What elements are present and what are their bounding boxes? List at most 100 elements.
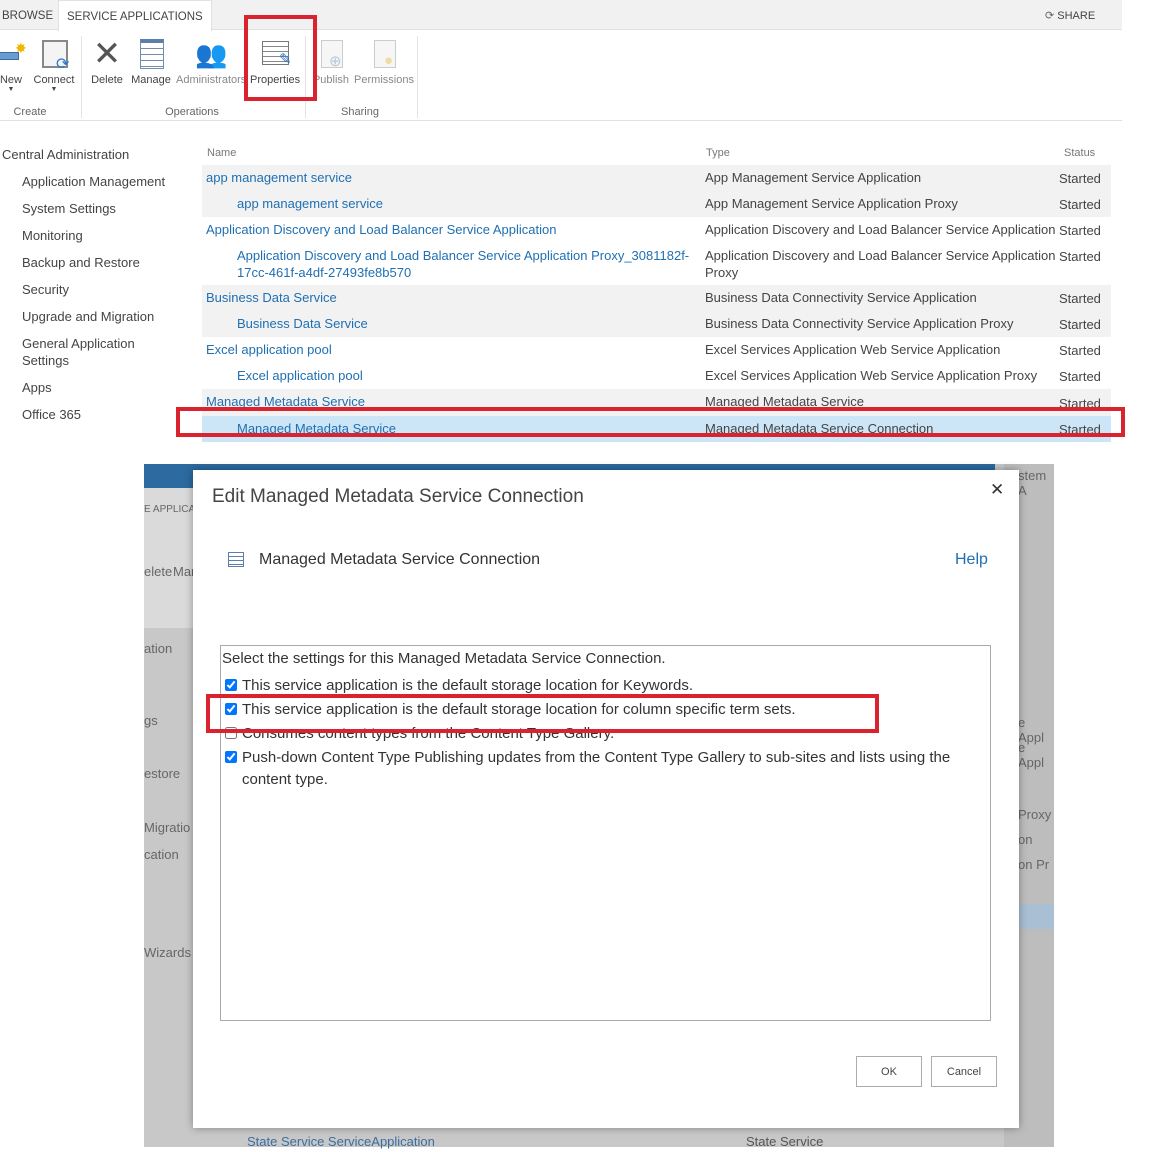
nav-item[interactable]: Application Management (22, 173, 172, 190)
delete-x-icon: ✕ (92, 35, 122, 73)
column-status[interactable]: Status (1064, 147, 1095, 159)
highlight-column-term-sets (206, 694, 879, 733)
delete-button[interactable]: ✕ Delete (88, 35, 126, 86)
background-text-fragment: Migratio (144, 820, 191, 835)
group-label-sharing: Sharing (341, 106, 379, 118)
administrators-icon: 👥 (195, 39, 228, 69)
background-text-fragment: on Pr (1018, 857, 1050, 872)
setting-checkbox[interactable] (225, 679, 237, 691)
ribbon: ✸ New ▼ ⟳ Connect ▼ ✕ Delete Manage 👥 Administ… (0, 30, 1122, 121)
service-status: Started (1059, 343, 1101, 359)
administrators-button[interactable]: 👥 Administrators (176, 38, 246, 86)
table-row[interactable]: Application Discovery and Load Balancer … (202, 243, 1111, 285)
tab-service-applications[interactable]: SERVICE APPLICATIONS (58, 0, 212, 31)
background-text-fragment: State Service ServiceApplication (247, 1134, 435, 1149)
background-text-fragment: gs (144, 713, 158, 728)
column-type[interactable]: Type (706, 147, 730, 159)
service-name-link[interactable]: Business Data Service (202, 315, 701, 332)
setting-option[interactable]: Push-down Content Type Publishing update… (222, 747, 990, 791)
service-name-link[interactable]: app management service (202, 169, 701, 186)
dialog-title: Edit Managed Metadata Service Connection (212, 486, 584, 507)
help-link[interactable]: Help (955, 551, 988, 569)
service-applications-table: Name Type Status app management service A… (202, 145, 1111, 442)
cancel-button[interactable]: Cancel (931, 1056, 997, 1087)
table-row[interactable]: app management service App Management Ser… (202, 191, 1111, 218)
nav-item[interactable]: Upgrade and Migration (22, 308, 172, 325)
service-name-link[interactable]: Application Discovery and Load Balancer … (202, 247, 701, 281)
service-status: Started (1059, 369, 1101, 385)
background-text-fragment: cation (144, 847, 179, 862)
table-row[interactable]: Application Discovery and Load Balancer … (202, 217, 1111, 243)
manage-list-icon (135, 38, 167, 70)
service-status: Started (1059, 291, 1101, 307)
setting-label: Push-down Content Type Publishing update… (242, 749, 951, 788)
service-status: Started (1059, 197, 1101, 213)
setting-checkbox[interactable] (225, 751, 237, 763)
publish-icon: ⊕ (315, 38, 347, 70)
nav-item[interactable]: Security (22, 281, 172, 298)
service-name-link[interactable]: app management service (202, 195, 701, 212)
permissions-icon: ● (368, 38, 400, 70)
service-type: Excel Services Application Web Service A… (705, 368, 1038, 384)
highlight-properties (244, 15, 317, 101)
table-row[interactable]: app management service App Management Ser… (202, 165, 1111, 192)
nav-item[interactable]: Office 365 (22, 406, 172, 423)
new-icon: ✸ (0, 38, 27, 70)
background-text-fragment: Proxy (1018, 807, 1052, 822)
service-status: Started (1059, 317, 1101, 333)
divider (417, 36, 418, 118)
background-text-fragment: estore (144, 766, 181, 781)
service-type: Business Data Connectivity Service Appli… (705, 316, 1014, 332)
edit-connection-dialog: Edit Managed Metadata Service Connection… (193, 470, 1019, 1128)
nav-item[interactable]: General Application Settings (22, 335, 172, 369)
table-row[interactable]: Business Data Service Business Data Conne… (202, 285, 1111, 312)
table-row[interactable]: Excel application pool Excel Services App… (202, 363, 1111, 389)
service-type: App Management Service Application Proxy (705, 196, 958, 212)
new-button[interactable]: ✸ New ▼ (0, 38, 28, 93)
service-name-link[interactable]: Application Discovery and Load Balancer … (202, 221, 701, 238)
background-text-fragment: on (1018, 832, 1033, 847)
group-label-operations: Operations (165, 106, 219, 118)
service-type: Excel Services Application Web Service A… (705, 342, 1001, 358)
service-name-link[interactable]: Business Data Service (202, 289, 701, 306)
service-name-link[interactable]: Excel application pool (202, 367, 701, 384)
nav-item[interactable]: Apps (22, 379, 172, 396)
ribbon-tab-bar: BROWSE SERVICE APPLICATIONS ⟳ SHARE (0, 0, 1122, 31)
share-icon: ⟳ (1045, 10, 1055, 22)
permissions-button[interactable]: ● Permissions (354, 38, 414, 86)
service-type: Business Data Connectivity Service Appli… (705, 290, 977, 306)
service-status: Started (1059, 223, 1101, 239)
connect-button[interactable]: ⟳ Connect ▼ (32, 38, 76, 93)
nav-item[interactable]: Backup and Restore (22, 254, 172, 271)
group-label-create: Create (13, 106, 47, 118)
highlight-selected-row (176, 407, 1125, 437)
close-icon[interactable]: ✕ (990, 480, 1004, 500)
service-status: Started (1059, 171, 1101, 187)
list-properties-icon (228, 552, 244, 567)
manage-button[interactable]: Manage (130, 38, 172, 86)
background-text-fragment: stem A (1018, 468, 1047, 498)
tab-browse[interactable]: BROWSE (0, 0, 61, 31)
background-text-fragment: Wizards (144, 945, 191, 960)
nav-central-administration[interactable]: Central Administration (2, 146, 180, 163)
nav-item[interactable]: Monitoring (22, 227, 172, 244)
share-button[interactable]: ⟳ SHARE (1045, 9, 1095, 22)
nav-item[interactable]: System Settings (22, 200, 172, 217)
setting-label: This service application is the default … (242, 677, 694, 694)
divider (81, 36, 82, 118)
dialog-subheading: Managed Metadata Service Connection (259, 551, 541, 568)
ok-button[interactable]: OK (856, 1056, 922, 1087)
service-type: Application Discovery and Load Balancer … (705, 222, 1056, 238)
table-row[interactable]: Excel application pool Excel Services App… (202, 337, 1111, 363)
table-row[interactable]: Business Data Service Business Data Conne… (202, 311, 1111, 338)
left-navigation: Central Administration Application Manag… (0, 146, 180, 433)
service-status: Started (1059, 249, 1101, 265)
background-text-fragment: State Service (746, 1134, 824, 1149)
background-text-fragment: ation (144, 641, 173, 656)
column-name[interactable]: Name (207, 147, 236, 159)
service-name-link[interactable]: Excel application pool (202, 341, 701, 358)
table-header: Name Type Status (202, 145, 1111, 165)
background-text-fragment: elete (144, 564, 173, 579)
connect-icon: ⟳ (38, 38, 70, 73)
service-type: Application Discovery and Load Balancer … (705, 248, 1056, 281)
